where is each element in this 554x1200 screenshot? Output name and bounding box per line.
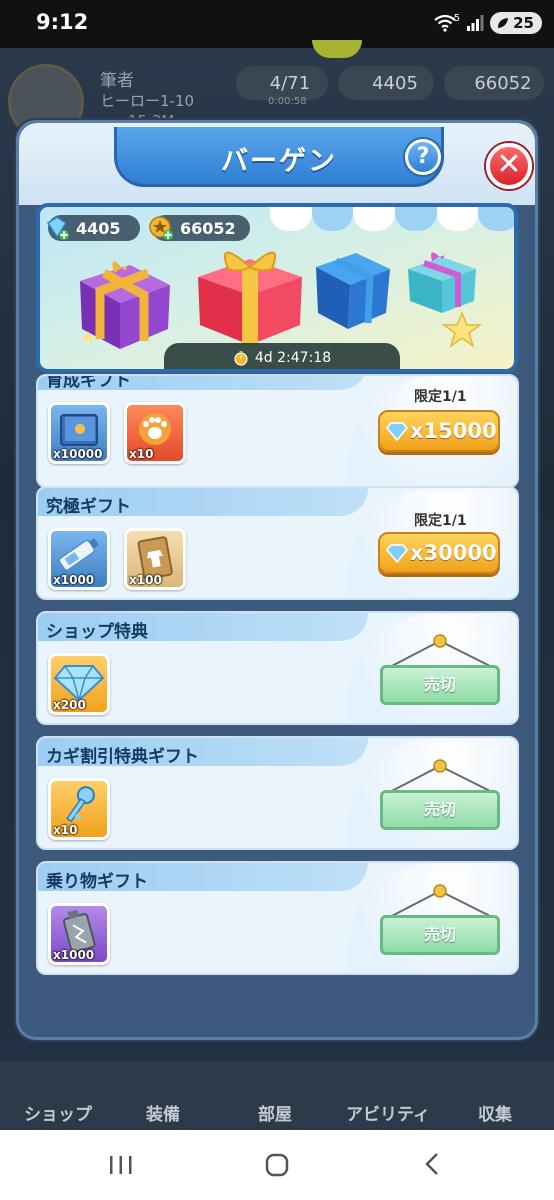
purchase-limit: 限定1/1 <box>414 513 467 529</box>
wifi-icon <box>434 14 456 32</box>
gem-icon <box>386 422 408 441</box>
battery-level: 25 <box>513 14 534 32</box>
offer-title: 育成ギフト <box>46 374 131 391</box>
home-icon[interactable] <box>264 1152 290 1178</box>
item-quantity: x200 <box>53 698 86 712</box>
buy-price: x15000 <box>410 419 497 443</box>
tube-glyph <box>58 538 99 571</box>
item-quantity: x1000 <box>53 948 95 962</box>
star-decoration-icon <box>442 311 482 348</box>
gem-icon <box>386 544 408 563</box>
modal-title: バーゲン <box>221 146 337 177</box>
signal-icon <box>467 15 484 31</box>
gem-value: 4405 <box>372 72 418 94</box>
buy-price: x30000 <box>410 541 497 565</box>
pink-gift-icon <box>408 252 476 313</box>
item-quantity: x10 <box>53 823 78 837</box>
offer-title: ショップ特典 <box>46 622 148 642</box>
coin-counter[interactable]: 66052 <box>444 66 544 100</box>
book-icon[interactable]: x10000 <box>48 402 110 464</box>
network-type: 5 <box>453 12 461 24</box>
offer-header: 育成ギフト <box>38 374 368 391</box>
android-nav-bar <box>0 1130 554 1200</box>
stopwatch-icon <box>234 351 248 366</box>
battery-indicator: 25 <box>490 12 542 34</box>
banner-gem-value: 4405 <box>76 218 121 238</box>
red-gift-icon <box>198 251 302 345</box>
sold-out-label: 売切 <box>380 915 500 955</box>
modal-header: バーゲン ? <box>19 123 535 205</box>
sold-out-label: 売切 <box>380 790 500 830</box>
tube-icon[interactable]: x1000 <box>48 528 110 590</box>
offer-card-key-discount: カギ割引特典ギフト x10 売切 <box>36 736 519 850</box>
gem-plus-icon <box>46 216 69 240</box>
sold-out-sign: 売切 <box>378 883 504 967</box>
offer-title: 乗り物ギフト <box>46 872 148 892</box>
gem-counter[interactable]: 4405 <box>338 66 434 100</box>
sold-out-sign: 売切 <box>378 633 504 717</box>
nav-equipment[interactable]: 装備 <box>146 1100 180 1125</box>
coin-plus-icon <box>149 216 173 240</box>
item-quantity: x1000 <box>53 573 95 587</box>
diamond-glyph <box>53 665 105 702</box>
book-glyph <box>60 414 98 446</box>
item-quantity: x100 <box>129 573 162 587</box>
offer-card-ultimate: 究極ギフト x1000 x100 限定1/1 x30000 <box>36 486 519 600</box>
offer-card-vehicle: 乗り物ギフト x1000 売切 <box>36 861 519 975</box>
status-bar: 9:12 5 25 <box>0 0 554 48</box>
purchase-limit: 限定1/1 <box>414 389 467 405</box>
fuel-can-icon[interactable]: x1000 <box>48 903 110 965</box>
nav-room[interactable]: 部屋 <box>258 1100 292 1125</box>
coin-value: 66052 <box>474 72 532 94</box>
timer-text: 4d 2:47:18 <box>254 350 332 366</box>
help-button[interactable]: ? <box>405 139 441 175</box>
buy-button[interactable]: x15000 <box>378 410 500 452</box>
bargain-timer: 4d 2:47:18 <box>164 343 400 369</box>
sold-out-label: 売切 <box>380 665 500 705</box>
offer-title: 究極ギフト <box>46 497 131 517</box>
offer-header: ショップ特典 <box>38 613 368 642</box>
awning-decoration <box>270 207 514 231</box>
paw-icon[interactable]: x10 <box>124 402 186 464</box>
clock: 9:12 <box>36 10 89 34</box>
close-button[interactable]: ✕ <box>486 143 532 189</box>
nav-collection[interactable]: 収集 <box>478 1100 512 1125</box>
back-icon[interactable] <box>422 1152 442 1176</box>
card-icon[interactable]: x100 <box>124 528 186 590</box>
battery-saver-icon <box>498 18 509 28</box>
recents-icon[interactable] <box>108 1154 134 1176</box>
sold-out-sign: 売切 <box>378 758 504 842</box>
bargain-banner: 4405 66052 4d 2:47:18 <box>36 203 518 373</box>
offer-card-growth: 育成ギフト x10000 x10 限定1/1 x15000 <box>36 374 519 488</box>
item-quantity: x10 <box>129 447 154 461</box>
offer-header: カギ割引特典ギフト <box>38 738 368 767</box>
buy-button[interactable]: x30000 <box>378 532 500 574</box>
offer-header: 乗り物ギフト <box>38 863 368 892</box>
player-stage: ヒーロー1-10 <box>100 92 195 110</box>
banner-coin-value: 66052 <box>180 218 236 238</box>
blue-gift-icon <box>316 253 390 329</box>
player-name: 筆者 <box>100 71 134 91</box>
stamina-counter[interactable]: 4/71 <box>236 66 328 100</box>
nav-ability[interactable]: アビリティ <box>346 1100 430 1125</box>
nav-shop[interactable]: ショップ <box>24 1100 92 1125</box>
diamond-icon[interactable]: x200 <box>48 653 110 715</box>
offer-title: カギ割引特典ギフト <box>46 747 199 767</box>
offer-card-shop-bonus: ショップ特典 x200 売切 <box>36 611 519 725</box>
banner-gem-counter: 4405 <box>46 215 140 241</box>
key-icon[interactable]: x10 <box>48 778 110 840</box>
stamina-value: 4/71 <box>269 72 311 94</box>
item-quantity: x10000 <box>53 447 103 461</box>
purple-gift-icon <box>80 261 170 349</box>
offer-header: 究極ギフト <box>38 488 368 517</box>
stamina-timer: 0:00:58 <box>268 96 307 107</box>
system-icons: 5 25 <box>434 12 542 34</box>
